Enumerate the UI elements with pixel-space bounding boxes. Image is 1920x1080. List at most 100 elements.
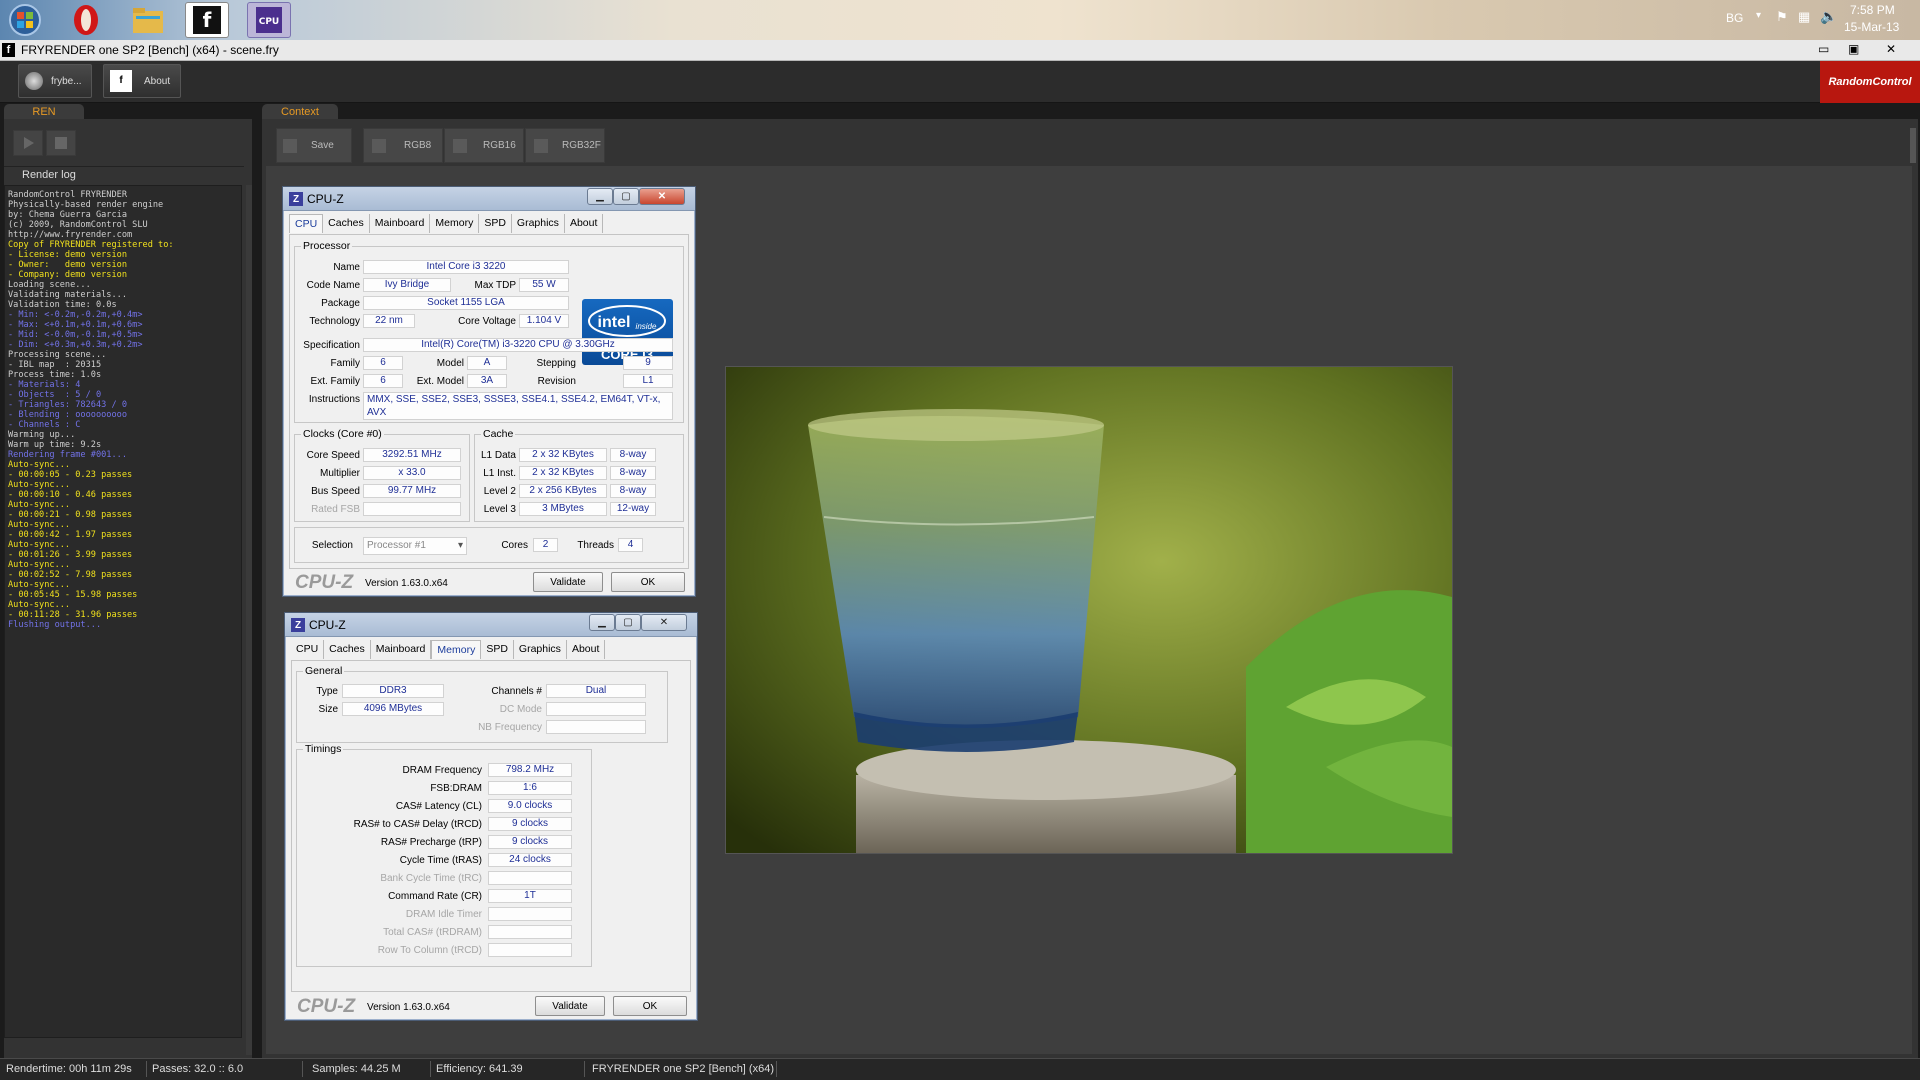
- ok-button[interactable]: OK: [613, 996, 687, 1016]
- windows-start-button[interactable]: [3, 2, 47, 38]
- processor-select[interactable]: Processor #1 ▾: [363, 537, 467, 555]
- opera-taskbar-button[interactable]: [64, 2, 108, 38]
- rgb8-button[interactable]: RGB8: [363, 128, 443, 163]
- cpuz-tabs: CPU Caches Mainboard Memory SPD Graphics…: [289, 214, 689, 234]
- validate-button[interactable]: Validate: [533, 572, 603, 592]
- log-line: - IBL map : 20315: [8, 360, 102, 370]
- nbfreq-label: NB Frequency: [478, 722, 542, 733]
- extmodel-label: Ext. Model: [416, 376, 464, 387]
- validate-button[interactable]: Validate: [535, 996, 605, 1016]
- about-button[interactable]: f About: [103, 64, 181, 98]
- volume-icon[interactable]: 🔈: [1820, 8, 1837, 25]
- cache-l1inst-size: 2 x 32 KBytes: [519, 466, 607, 480]
- codename-label: Code Name: [306, 280, 360, 291]
- tab-context[interactable]: Context: [262, 104, 338, 120]
- threads-value: 4: [618, 538, 643, 552]
- log-line: - 00:00:05 - 0.23 passes: [8, 470, 133, 480]
- name-value: Intel Core i3 3220: [363, 260, 569, 274]
- tab-spd[interactable]: SPD: [479, 214, 512, 233]
- cpuz-taskbar-button[interactable]: CPU: [247, 2, 291, 38]
- tab-mainboard[interactable]: Mainboard: [371, 640, 432, 659]
- log-line: - Max: <+0.1m,+0.1m,+0.6m>: [8, 320, 143, 330]
- maximize-button[interactable]: ▢: [615, 614, 641, 631]
- tab-ren[interactable]: REN: [4, 104, 84, 120]
- maximize-icon: ▢: [623, 617, 633, 628]
- clock-time[interactable]: 7:58 PM: [1850, 3, 1895, 17]
- rgb32f-button[interactable]: RGB32F: [525, 128, 605, 163]
- cpuz-title-bar: Z CPU-Z ▁ ▢ ✕: [283, 187, 695, 211]
- cache-l1inst-way: 8-way: [610, 466, 656, 480]
- app-status: FRYRENDER one SP2 [Bench] (x64): [592, 1063, 774, 1075]
- clock-date[interactable]: 15-Mar-13: [1844, 20, 1899, 34]
- image-icon: [534, 138, 548, 153]
- cpuz-footer: CPU-Z Version 1.63.0.x64 Validate OK: [285, 992, 697, 1020]
- bus-speed-label: Bus Speed: [311, 486, 360, 497]
- log-line: Auto-sync...: [8, 500, 71, 510]
- cache-l3-size: 3 MBytes: [519, 502, 607, 516]
- log-line: - 00:00:10 - 0.46 passes: [8, 490, 133, 500]
- clocks-group-label: Clocks (Core #0): [301, 428, 384, 440]
- explorer-taskbar-button[interactable]: [126, 2, 170, 38]
- windows-logo-icon: [9, 4, 41, 36]
- tab-caches[interactable]: Caches: [324, 640, 371, 659]
- tab-graphics[interactable]: Graphics: [512, 214, 565, 233]
- tab-memory[interactable]: Memory: [431, 640, 482, 659]
- stop-icon: [55, 137, 67, 149]
- timing-value: 1:6: [488, 781, 572, 795]
- toolbar-scroll-handle[interactable]: [1910, 128, 1916, 163]
- minimize-button[interactable]: ▁: [589, 614, 615, 631]
- close-icon: ✕: [659, 617, 669, 628]
- efficiency-status: Efficiency: 641.39: [436, 1063, 523, 1075]
- log-scrollbar[interactable]: [246, 185, 252, 1055]
- taskbar: f CPU BG ▾ ⚑ ▦ 🔈 7:58 PM 15-Mar-13: [0, 0, 1920, 40]
- revision-value: L1: [623, 374, 673, 388]
- log-line: - Blending : oooooooooo: [8, 410, 127, 420]
- chevron-down-icon[interactable]: ▾: [1756, 10, 1761, 21]
- language-indicator[interactable]: BG: [1726, 11, 1743, 25]
- log-line: - Mid: <-0.0m,-0.1m,+0.5m>: [8, 330, 143, 340]
- frybench-button[interactable]: frybe...: [18, 64, 92, 98]
- cache-l2-way: 8-way: [610, 484, 656, 498]
- tab-spd[interactable]: SPD: [481, 640, 514, 659]
- save-button[interactable]: Save: [276, 128, 352, 163]
- log-line: Auto-sync...: [8, 600, 71, 610]
- cpuz-logo-icon: Z: [289, 192, 303, 206]
- close-button[interactable]: ✕: [639, 188, 685, 205]
- minimize-icon[interactable]: ▭: [1818, 42, 1829, 56]
- size-label: Size: [318, 704, 338, 715]
- minimize-button[interactable]: ▁: [587, 188, 613, 205]
- stop-button[interactable]: [46, 130, 76, 156]
- play-button[interactable]: [13, 130, 43, 156]
- close-button[interactable]: ✕: [641, 614, 687, 631]
- model-value: A: [467, 356, 507, 370]
- network-icon[interactable]: ▦: [1798, 9, 1810, 25]
- restore-icon[interactable]: ▣: [1848, 42, 1859, 56]
- specification-label: Specification: [303, 340, 360, 351]
- divider: [4, 166, 244, 167]
- tab-about[interactable]: About: [567, 640, 606, 659]
- tab-cpu[interactable]: CPU: [291, 640, 325, 659]
- timing-label: Row To Column (tRCD): [377, 945, 482, 956]
- cache-l1data-label: L1 Data: [480, 450, 516, 461]
- log-line: Auto-sync...: [8, 460, 71, 470]
- rendered-image: [725, 366, 1453, 855]
- maximize-icon: ▢: [621, 191, 631, 202]
- rgb16-button[interactable]: RGB16: [444, 128, 524, 163]
- cpuz-window-memory: Z CPU-Z ▁ ▢ ✕ CPU Caches Mainboard Memor…: [284, 612, 698, 1021]
- flag-icon[interactable]: ⚑: [1776, 9, 1788, 25]
- tab-graphics[interactable]: Graphics: [514, 640, 567, 659]
- tab-memory[interactable]: Memory: [430, 214, 480, 233]
- tab-caches[interactable]: Caches: [323, 214, 370, 233]
- tab-about[interactable]: About: [565, 214, 604, 233]
- close-icon[interactable]: ✕: [1886, 42, 1896, 56]
- log-line: - 00:11:28 - 31.96 passes: [8, 610, 138, 620]
- fryrender-taskbar-button[interactable]: f: [185, 2, 229, 38]
- timing-label: FSB:DRAM: [430, 783, 482, 794]
- stepping-value: 9: [623, 356, 673, 370]
- log-line: - Owner: demo version: [8, 260, 127, 270]
- system-tray: BG ▾ ⚑ ▦ 🔈 7:58 PM 15-Mar-13: [1680, 0, 1920, 40]
- tab-cpu[interactable]: CPU: [289, 214, 324, 233]
- ok-button[interactable]: OK: [611, 572, 685, 592]
- maximize-button[interactable]: ▢: [613, 188, 639, 205]
- tab-mainboard[interactable]: Mainboard: [370, 214, 431, 233]
